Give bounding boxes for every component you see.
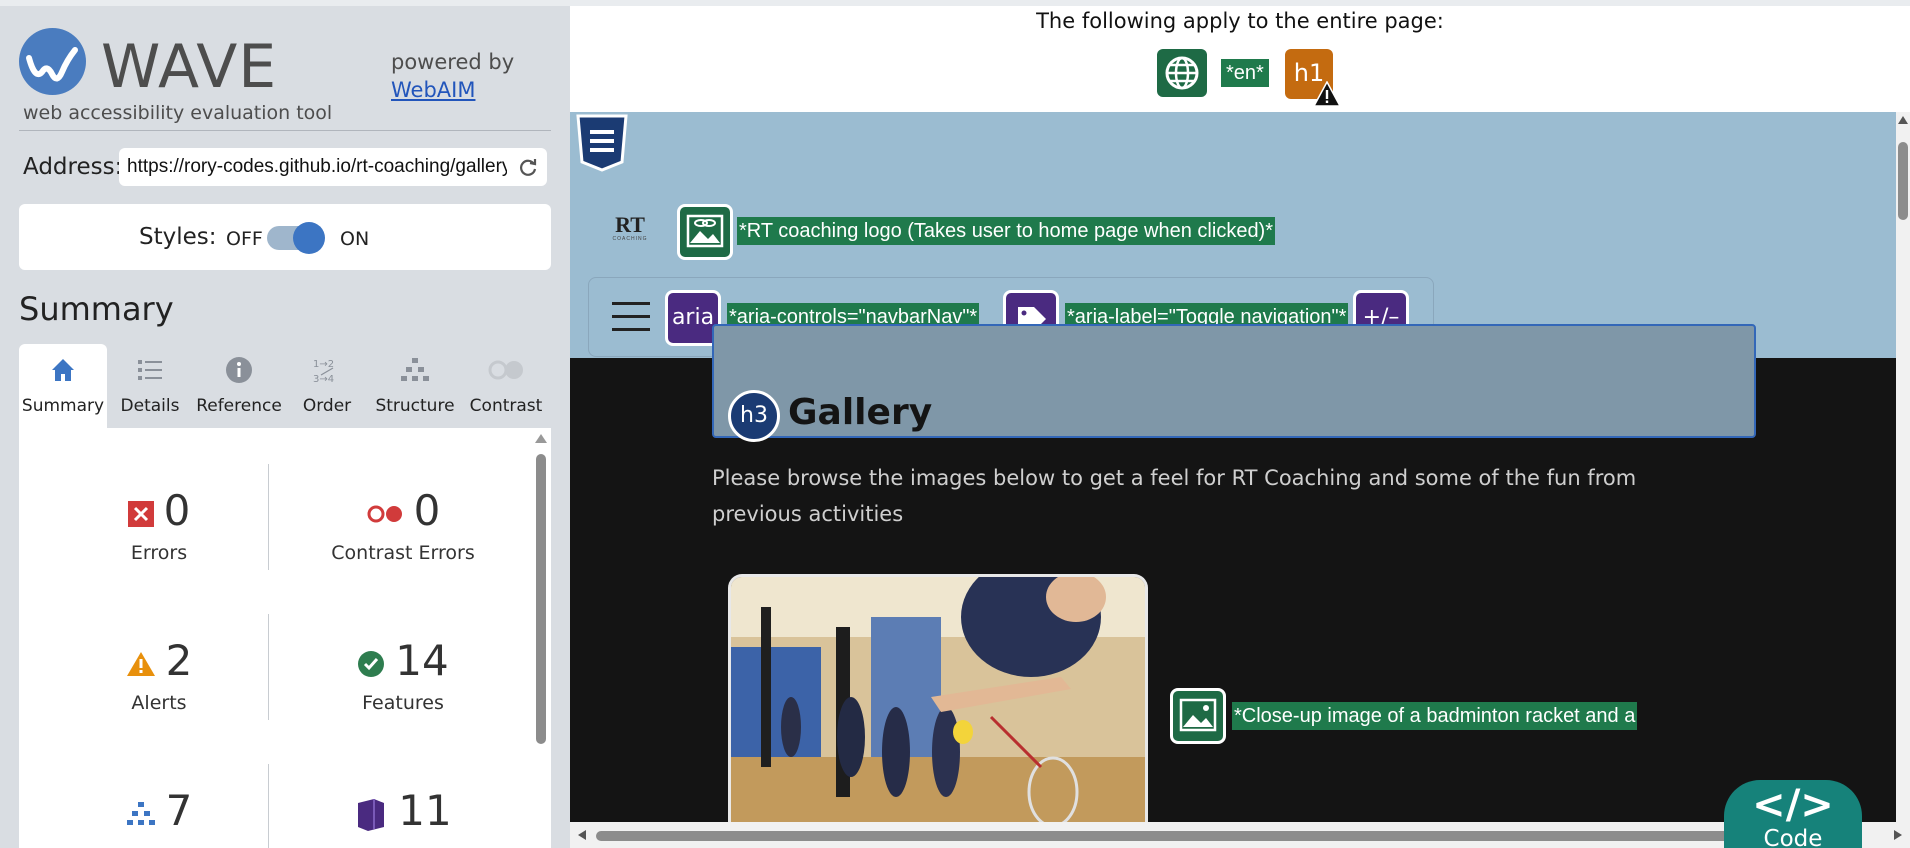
photo-alt-text-label: *Close-up image of a badminton racket an…	[1232, 702, 1638, 730]
address-field	[119, 148, 547, 186]
tab-order[interactable]: 1→2 3→4 Order	[285, 344, 369, 428]
contrast-error-icon	[367, 505, 402, 522]
tab-reference[interactable]: Reference	[193, 344, 285, 428]
wave-subtitle: web accessibility evaluation tool	[23, 102, 333, 124]
tab-label: Order	[302, 396, 352, 416]
divider	[19, 130, 551, 131]
tab-label: Contrast	[469, 396, 543, 416]
styles-toggle-knob[interactable]	[293, 222, 325, 254]
horizontal-scroll-thumb[interactable]	[596, 831, 1846, 841]
aria-count: 11	[398, 786, 452, 835]
linked-image-icon[interactable]	[677, 204, 733, 260]
structure-icon	[369, 356, 461, 386]
alerts-count: 2	[165, 636, 193, 685]
preview-horizontal-scrollbar[interactable]	[570, 822, 1910, 848]
hamburger-menu-icon[interactable]	[612, 302, 650, 332]
summary-heading: Summary	[19, 290, 174, 328]
css-icon[interactable]	[574, 114, 630, 172]
language-badge[interactable]: *en*	[1221, 59, 1269, 87]
globe-icon[interactable]	[1157, 49, 1207, 97]
tab-structure[interactable]: Structure	[369, 344, 461, 428]
wave-title: WAVE	[101, 32, 278, 102]
preview-vertical-scrollbar[interactable]	[1896, 112, 1910, 828]
scroll-up-arrow-icon[interactable]	[535, 434, 547, 443]
h3-icon[interactable]: h3	[728, 390, 780, 442]
tab-details[interactable]: Details	[107, 344, 193, 428]
errors-count: 0	[163, 486, 191, 535]
contrast-icon	[461, 356, 551, 386]
structural-count: 7	[165, 786, 193, 835]
summary-panel: 0 Errors 0 Contrast Errors 2 Alerts 14 F…	[19, 428, 551, 848]
scroll-up-arrow-icon[interactable]	[1898, 116, 1908, 124]
svg-text:3→4: 3→4	[313, 374, 334, 385]
logo-subtext: COACHING	[612, 236, 648, 242]
tab-label: Summary	[21, 396, 105, 416]
summary-scrollbar[interactable]	[533, 432, 549, 848]
features-label: Features	[362, 692, 444, 714]
logo-text: RT	[615, 212, 645, 237]
feature-check-icon	[358, 650, 385, 677]
site-header: RT COACHING *RT coaching logo (Takes use…	[570, 112, 1896, 358]
alert-icon	[126, 651, 155, 676]
styles-off-label: OFF	[226, 228, 263, 250]
styles-panel: Styles: OFF ON	[19, 204, 551, 270]
styles-on-label: ON	[340, 228, 370, 250]
tab-label: Structure	[375, 396, 455, 416]
code-icon: </>	[1752, 782, 1834, 828]
page-level-banner: The following apply to the entire page: …	[570, 6, 1910, 112]
tab-bar: Summary Details Reference 1→2 3→4 Order S…	[19, 344, 551, 428]
styles-label: Styles:	[139, 224, 217, 250]
wave-logo-icon	[19, 28, 86, 95]
scroll-right-arrow-icon[interactable]	[1894, 830, 1902, 840]
structure-icon	[126, 801, 155, 825]
webaim-link[interactable]: WebAIM	[391, 78, 475, 102]
scroll-left-arrow-icon[interactable]	[578, 830, 586, 840]
address-label: Address:	[23, 154, 123, 180]
home-icon	[19, 356, 107, 386]
aria-cube-icon	[358, 798, 385, 831]
image-alt-icon[interactable]	[1170, 688, 1226, 744]
tab-label: Reference	[196, 396, 282, 416]
rt-coaching-logo[interactable]: RT COACHING	[606, 214, 654, 244]
logo-alt-text-label: *RT coaching logo (Takes user to home pa…	[737, 217, 1276, 245]
errors-label: Errors	[130, 542, 188, 564]
wave-sidebar: WAVE web accessibility evaluation tool p…	[0, 6, 570, 848]
info-icon	[193, 356, 285, 386]
badminton-photo	[728, 574, 1148, 828]
features-count: 14	[395, 636, 449, 685]
vertical-scroll-thumb[interactable]	[1898, 142, 1908, 220]
refresh-icon[interactable]	[517, 156, 539, 178]
code-label: Code	[1763, 826, 1823, 848]
scroll-thumb[interactable]	[536, 454, 546, 744]
tab-label: Details	[120, 396, 180, 416]
page-preview: The following apply to the entire page: …	[570, 6, 1910, 848]
address-input[interactable]	[127, 155, 507, 179]
contrast-errors-label: Contrast Errors	[331, 542, 475, 564]
tab-summary[interactable]: Summary	[19, 344, 107, 428]
error-icon	[127, 500, 154, 527]
banner-text: The following apply to the entire page:	[1036, 9, 1444, 33]
gallery-heading-box: h3 Gallery	[712, 324, 1756, 442]
order-icon: 1→2 3→4	[285, 356, 369, 386]
gallery-intro-text: Please browse the images below to get a …	[712, 466, 1637, 526]
warning-triangle-icon	[1313, 81, 1341, 107]
svg-text:1→2: 1→2	[313, 359, 334, 370]
contrast-errors-count: 0	[413, 486, 441, 535]
alerts-label: Alerts	[131, 692, 187, 714]
tab-contrast[interactable]: Contrast	[461, 344, 551, 428]
page-viewport: RT COACHING *RT coaching logo (Takes use…	[570, 112, 1896, 828]
powered-by-text: powered by	[391, 50, 515, 74]
gallery-title: Gallery	[788, 392, 933, 433]
code-toggle-button[interactable]: </> Code	[1724, 780, 1862, 848]
list-icon	[107, 356, 193, 386]
